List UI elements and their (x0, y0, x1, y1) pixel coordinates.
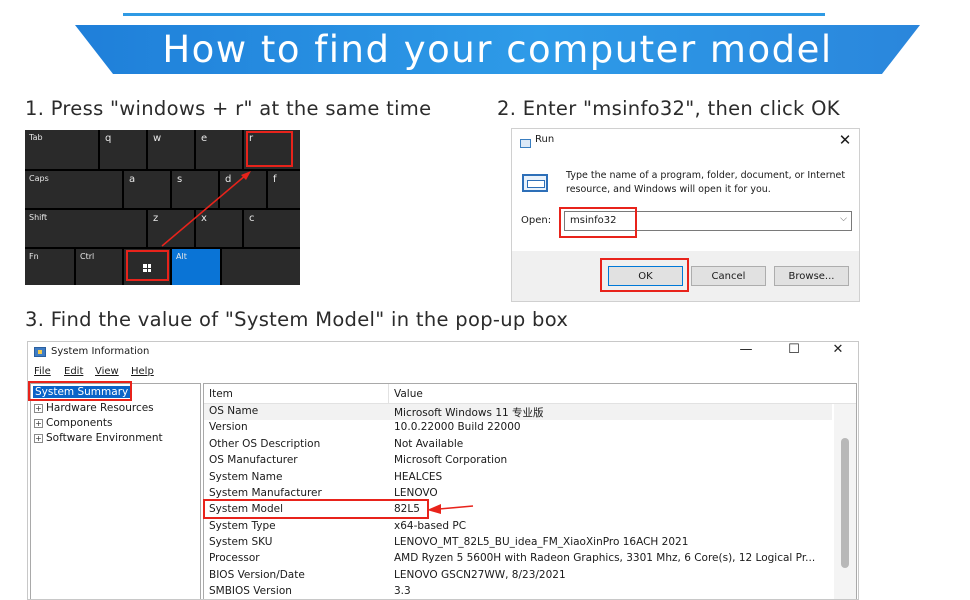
tree-item-hardware-resources[interactable]: + Hardware Resources (34, 402, 154, 414)
ok-highlight (600, 258, 689, 292)
run-program-icon (522, 174, 548, 192)
vertical-scrollbar[interactable] (834, 404, 856, 599)
table-row[interactable]: Version 10.0.22000 Build 22000 (204, 420, 824, 436)
msinfo32-highlight (559, 207, 637, 238)
step-3-title: 3. Find the value of "System Model" in t… (25, 308, 569, 331)
run-open-label: Open: (521, 215, 552, 226)
menu-view[interactable]: View (95, 366, 119, 377)
key-caps: Caps (25, 171, 122, 208)
table-row[interactable]: Other OS Description Not Available (204, 437, 824, 453)
run-description: Type the name of a program, folder, docu… (566, 170, 846, 195)
column-divider[interactable] (388, 384, 389, 404)
tree-item-label: Software Environment (46, 432, 163, 444)
expand-icon[interactable]: + (34, 419, 43, 428)
keyboard-arrow-icon (161, 171, 251, 247)
close-icon[interactable]: ✕ (826, 342, 850, 357)
system-information-icon (34, 347, 46, 357)
tree-item-components[interactable]: + Components (34, 417, 112, 429)
run-icon (520, 139, 531, 148)
expand-icon[interactable]: + (34, 404, 43, 413)
summary-table: Item Value OS Name Microsoft Windows 11 专… (203, 383, 857, 599)
run-dialog-title: Run (535, 134, 555, 145)
tree-item-software-environment[interactable]: + Software Environment (34, 432, 163, 444)
system-model-arrow-icon (427, 504, 474, 514)
menu-file[interactable]: File (34, 366, 51, 377)
tree-item-label: Components (46, 417, 113, 429)
table-header: Item Value (204, 384, 856, 404)
tree-item-label: Hardware Resources (46, 402, 154, 414)
scrollbar-thumb[interactable] (841, 438, 849, 568)
key-tab: Tab (25, 130, 98, 169)
cancel-button[interactable]: Cancel (691, 266, 766, 286)
header-rule (123, 13, 825, 16)
browse-button[interactable]: Browse... (774, 266, 849, 286)
table-row[interactable]: SMBIOS Version 3.3 (204, 584, 824, 599)
table-row[interactable]: BIOS Version/Date LENOVO GSCN27WW, 8/23/2… (204, 568, 824, 584)
key-f: f (268, 171, 300, 208)
menu-bar: File Edit View Help (28, 364, 858, 380)
key-q: q (100, 130, 146, 169)
menu-edit[interactable]: Edit (64, 366, 83, 377)
key-ctrl: Ctrl (76, 249, 122, 285)
table-row[interactable]: System Type x64-based PC (204, 519, 824, 535)
key-fn: Fn (25, 249, 74, 285)
system-summary-highlight (28, 381, 132, 401)
header-banner: How to find your computer model (75, 25, 920, 74)
table-row[interactable]: OS Manufacturer Microsoft Corporation (204, 453, 824, 469)
table-row[interactable]: System SKU LENOVO_MT_82L5_BU_idea_FM_Xiao… (204, 535, 824, 551)
column-header-value[interactable]: Value (394, 388, 423, 400)
expand-icon[interactable]: + (34, 434, 43, 443)
system-information-window: System Information — ☐ ✕ File Edit View … (27, 341, 859, 600)
page-title: How to find your computer model (162, 28, 833, 71)
category-tree: System Summary + Hardware Resources + Comp… (30, 383, 201, 599)
table-row[interactable]: OS Name Microsoft Windows 11 专业版 (204, 404, 824, 420)
maximize-icon[interactable]: ☐ (782, 342, 806, 357)
step-1-title: 1. Press "windows + r" at the same time (25, 97, 432, 120)
chevron-down-icon[interactable]: ⌵ (840, 214, 847, 224)
table-row[interactable]: System Name HEALCES (204, 470, 824, 486)
system-model-highlight (203, 499, 429, 519)
run-close-icon[interactable]: ✕ (837, 131, 853, 149)
minimize-icon[interactable]: — (734, 342, 758, 357)
table-row[interactable]: Processor AMD Ryzen 5 5600H with Radeon G… (204, 551, 824, 567)
window-title: System Information (51, 346, 150, 357)
step-2-title: 2. Enter "msinfo32", then click OK (497, 97, 840, 120)
menu-help[interactable]: Help (131, 366, 154, 377)
key-shift: Shift (25, 210, 146, 247)
column-header-item[interactable]: Item (209, 388, 233, 400)
